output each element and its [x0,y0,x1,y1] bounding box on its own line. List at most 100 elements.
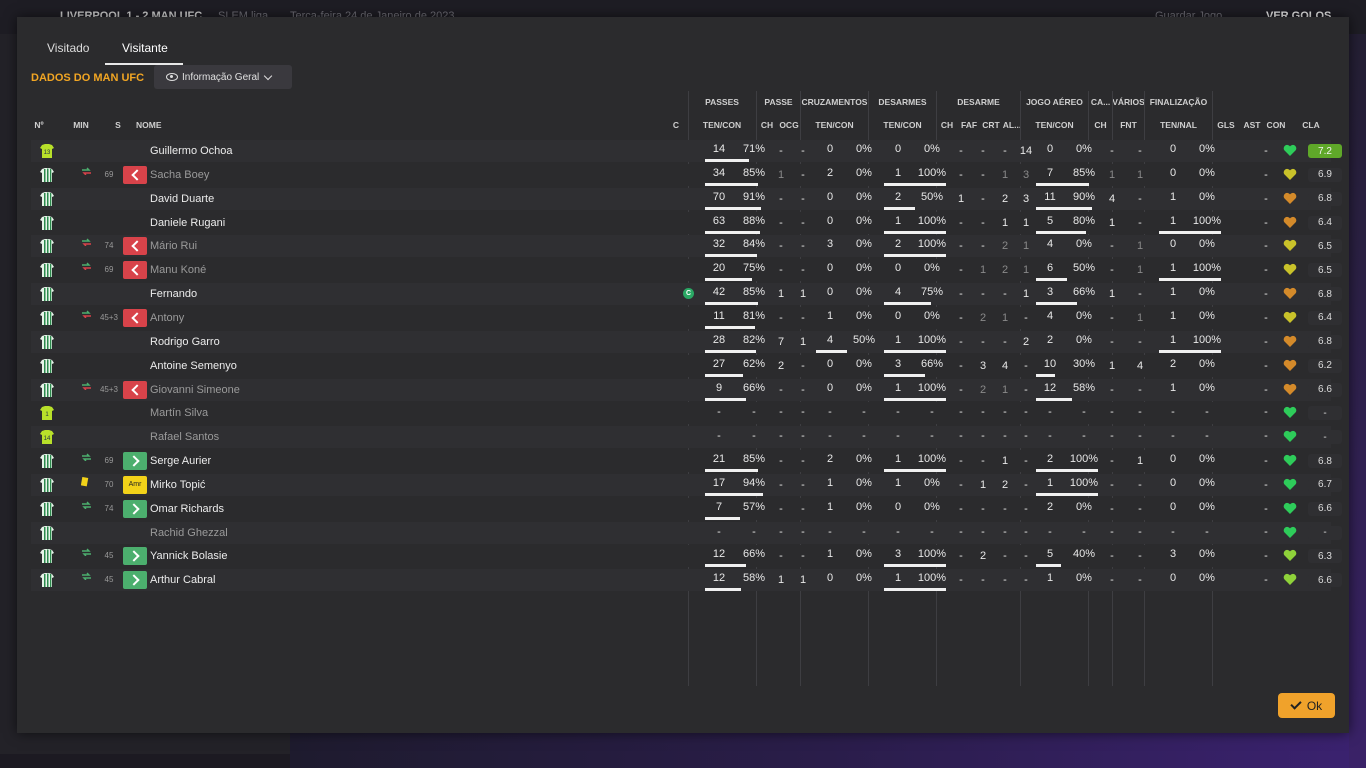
column-subheader[interactable]: OCG [779,120,798,130]
column-subheader[interactable]: TEN/CON [703,120,741,130]
column-header-con[interactable]: CON [1267,120,1286,130]
table-row[interactable]: 69 Manu Koné 20 75% 0 0% 0 0% 6 50% 1 100% - - -1 2 1-1-… [31,259,1342,282]
column-header-gls[interactable]: GLS [1217,120,1234,130]
condition-heart-icon [1283,454,1297,467]
fin-attempts: 1 [1169,333,1177,346]
fin-attempts: 0 [1169,453,1177,466]
column-subheader[interactable]: FAF [961,120,977,130]
player-name[interactable]: Giovanni Simeone [150,384,240,396]
column-subheader[interactable]: CH [761,120,773,130]
table-row[interactable]: 69 Serge Aurier 21 85% 2 0% 1 100% 2 100% 0 0% - - - - 1… [31,450,1342,473]
substitution-out-button[interactable] [123,237,147,256]
substitution-out-button[interactable] [123,165,147,184]
column-subheader[interactable]: TEN/CON [883,120,921,130]
pass-attempts: 17 [712,476,726,489]
substitution-in-button[interactable] [123,452,147,471]
view-dropdown[interactable]: Informação Geral [154,65,292,89]
table-row[interactable]: 45 Arthur Cabral 12 58% 0 0% 1 100% 1 0% 0 0% 1 1 - - - -… [31,569,1342,592]
column-group-header[interactable]: DESARMES [878,97,926,107]
table-row[interactable]: 14 Rafael Santos - - - - - - - - - - - - - - - - - - - - [31,426,1342,449]
column-group-header[interactable]: PASSE [764,97,792,107]
table-row[interactable]: 13 Guillermo Ochoa 14 71% 0 0% 0 0% 0 0% 0 0% - - - - -1… [31,140,1342,162]
stat-cell: - [981,406,985,419]
player-name[interactable]: Mirko Topić [150,479,205,491]
table-row[interactable]: Daniele Rugani 63 88% 0 0% 1 100% 5 80% 1 100% - - - -… [31,211,1342,234]
player-name[interactable]: Guillermo Ochoa [150,145,233,157]
table-row[interactable]: Fernando C 42 85% 0 0% 4 75% 3 66% 1 0% 1 1 - - - 1 1 - - 6.8 [31,283,1342,306]
column-header-s[interactable]: S [115,120,121,130]
player-name[interactable]: Rachid Ghezzal [150,527,228,539]
column-subheader[interactable]: FNT [1120,120,1137,130]
player-name[interactable]: Fernando [150,288,197,300]
player-rating: 7.2 [1308,144,1342,158]
column-subheader[interactable]: TEN/CON [1035,120,1073,130]
stat-fnt: - [1138,145,1142,157]
substitution-in-button[interactable] [123,547,147,566]
player-name[interactable]: Antony [150,312,184,324]
table-row[interactable]: 70 Amr Mirko Topić 17 94% 1 0% 1 0% 1 100% 0 0% - - - 1 2… [31,473,1342,496]
column-header-name[interactable]: NOME [136,120,162,130]
table-row[interactable]: 74 Omar Richards 7 57% 1 0% 0 0% 2 0% 0 0% - - - - - - - - -… [31,497,1342,520]
column-group-header[interactable]: CRUZAMENTOS [802,97,868,107]
column-header-no[interactable]: Nº [34,120,43,130]
column-subheader[interactable]: TEN/NAL [1160,120,1197,130]
table-row[interactable]: Rodrigo Garro 28 82% 4 50% 1 100% 2 0% 1 100% 7 1 - - -… [31,330,1342,353]
player-name[interactable]: Serge Aurier [150,455,211,467]
player-name[interactable]: Arthur Cabral [150,574,215,586]
tab-home[interactable]: Visitado [47,41,89,55]
substitution-out-button[interactable] [123,261,147,280]
stat-cell: - [930,406,934,419]
cruz-attempts: 1 [826,309,834,322]
column-subheader[interactable]: CH [1094,120,1106,130]
table-row[interactable]: Rachid Ghezzal - - - - - - - - - - - - - - - - - - - - [31,521,1342,544]
table-row[interactable]: 69 Sacha Boey 34 85% 2 0% 1 100% 7 85% 0 0% 1- - -1 3 1 1… [31,163,1342,186]
player-name[interactable]: Rafael Santos [150,431,219,443]
column-header-cla[interactable]: CLA [1302,120,1319,130]
player-name[interactable]: Antoine Semenyo [150,360,237,372]
aer-attempts: 1 [1046,476,1054,489]
player-name[interactable]: Mário Rui [150,240,197,252]
table-row[interactable]: 45 Yannick Bolasie 12 66% 1 0% 3 100% 5 40% 3 0% - - -… [31,545,1342,568]
ok-button[interactable]: Ok [1278,693,1335,718]
player-name[interactable]: Martín Silva [150,407,208,419]
column-group-header[interactable]: FINALIZAÇÃO [1150,97,1208,107]
des-success-bar [884,397,946,401]
table-row[interactable]: David Duarte 70 91% 0 0% 2 50% 11 90% 1 0% - -1-2 3 4-… [31,187,1342,210]
column-header-min[interactable]: MIN [73,120,89,130]
table-row[interactable]: 45+3 Antony 11 81% 1 0% 0 0% 4 0% 1 0% - - - 2 1 - - 1 - 6.4 [31,306,1342,329]
table-row[interactable]: 74 Mário Rui 32 84% 3 0% 2 100% 4 0% 0 0% - - - -2 1-1-6… [31,235,1342,258]
table-row[interactable]: 1 Martín Silva - - - - - - - - - - - - - - - - - - - - [31,402,1342,425]
player-rating: 6.5 [1308,239,1342,254]
column-group-header[interactable]: DESARME [957,97,1000,107]
stat-ast: - [1264,478,1268,491]
stat-ast: - [1264,311,1268,324]
player-name[interactable]: Sacha Boey [150,169,209,181]
position-badge[interactable]: Amr [123,475,147,494]
column-subheader[interactable]: TEN/CON [815,120,853,130]
stat-dal: 1 [1022,264,1030,277]
table-row[interactable]: 45+3 Giovanni Simeone 9 66% 0 0% 1 100% 12 58% 1 0%… [31,378,1342,401]
column-group-header[interactable]: PASSES [705,97,739,107]
column-group-header[interactable]: VÁRIOS [1112,97,1145,107]
table-row[interactable]: Antoine Semenyo 27 62% 0 0% 3 66% 10 30% 2 0% 2 - - 3 4… [31,354,1342,377]
player-name[interactable]: David Duarte [150,193,214,205]
substitution-out-button[interactable] [123,380,147,399]
column-header-ast[interactable]: AST [1244,120,1261,130]
aer-success-rate: 0% [1076,143,1092,155]
substitution-in-button[interactable] [123,571,147,590]
column-subheader[interactable]: AL... [1003,120,1021,130]
column-header-c[interactable]: C [673,120,679,130]
player-name[interactable]: Yannick Bolasie [150,550,227,562]
column-subheader[interactable]: CRT [982,120,999,130]
substitution-in-button[interactable] [123,499,147,518]
player-name[interactable]: Manu Koné [150,264,206,276]
substitution-out-button[interactable] [123,308,147,327]
tab-away[interactable]: Visitante [122,41,168,55]
player-name[interactable]: Daniele Rugani [150,217,225,229]
column-group-header[interactable]: JOGO AÉREO [1026,97,1083,107]
player-name[interactable]: Rodrigo Garro [150,336,220,348]
player-name[interactable]: Omar Richards [150,503,224,515]
column-group-header[interactable]: CA... [1091,97,1110,107]
stat-ast: - [1264,455,1268,468]
column-subheader[interactable]: CH [941,120,953,130]
